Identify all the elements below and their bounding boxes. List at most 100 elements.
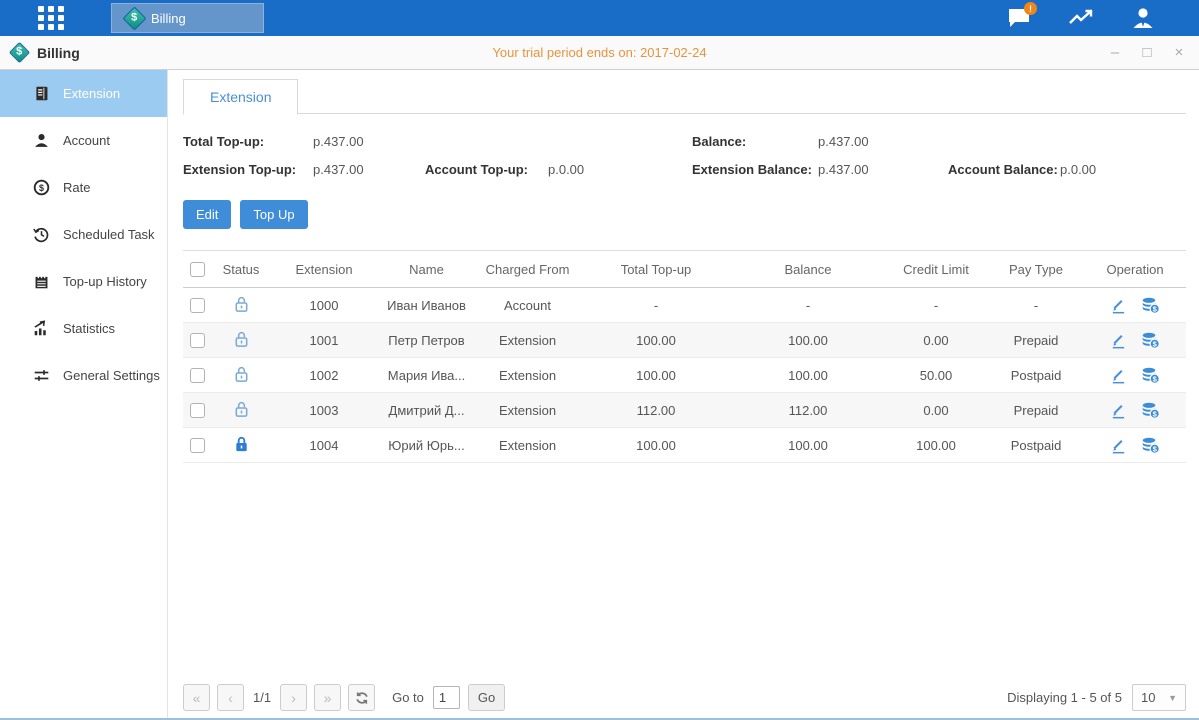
- messages-icon[interactable]: !: [1005, 6, 1033, 30]
- charged-from-cell: Account: [475, 288, 580, 323]
- balance-cell: -: [732, 288, 884, 323]
- topup-row-icon[interactable]: $: [1141, 366, 1160, 384]
- refresh-button[interactable]: [348, 684, 375, 711]
- sidebar-item-scheduled-task[interactable]: Scheduled Task: [0, 211, 167, 258]
- statistics-chart-icon[interactable]: [1067, 6, 1095, 30]
- maximize-icon[interactable]: □: [1139, 45, 1155, 60]
- total-topup-cell: 100.00: [580, 323, 732, 358]
- edit-row-icon[interactable]: [1110, 437, 1127, 454]
- balance-cell: 100.00: [732, 323, 884, 358]
- sidebar-item-extension[interactable]: Extension: [0, 70, 167, 117]
- column-extension: Extension: [270, 251, 378, 288]
- taskbar-item-billing[interactable]: $ Billing: [111, 3, 264, 33]
- app-launcher-grid-icon[interactable]: [35, 5, 69, 31]
- unlocked-icon[interactable]: [233, 295, 250, 313]
- extension-balance-label: Extension Balance:: [692, 162, 818, 177]
- account-balance-label: Account Balance:: [948, 162, 1060, 177]
- edit-row-icon[interactable]: [1110, 332, 1127, 349]
- name-cell: Мария Ива...: [378, 358, 475, 393]
- last-page-button[interactable]: »: [314, 684, 341, 711]
- topup-row-icon[interactable]: $: [1141, 436, 1160, 454]
- name-cell: Петр Петров: [378, 323, 475, 358]
- total-topup-cell: 112.00: [580, 393, 732, 428]
- scheduled-task-clock-icon: [33, 226, 50, 243]
- row-checkbox[interactable]: [190, 298, 205, 313]
- sidebar-item-general-settings[interactable]: General Settings: [0, 352, 167, 399]
- tab-strip: Extension: [183, 78, 1186, 114]
- go-button[interactable]: Go: [468, 684, 505, 711]
- topup-row-icon[interactable]: $: [1141, 401, 1160, 419]
- tab-extension[interactable]: Extension: [183, 79, 298, 115]
- pay-type-cell: Prepaid: [988, 323, 1084, 358]
- prev-page-button[interactable]: ‹: [217, 684, 244, 711]
- name-cell: Иван Иванов: [378, 288, 475, 323]
- edit-row-icon[interactable]: [1110, 297, 1127, 314]
- credit-limit-cell: -: [884, 288, 988, 323]
- credit-limit-cell: 0.00: [884, 393, 988, 428]
- taskbar-item-label: Billing: [151, 11, 186, 26]
- edit-row-icon[interactable]: [1110, 367, 1127, 384]
- topup-row-icon[interactable]: $: [1141, 331, 1160, 349]
- column-credit-limit: Credit Limit: [884, 251, 988, 288]
- total-topup-value: p.437.00: [313, 134, 425, 149]
- goto-page-input[interactable]: [433, 686, 460, 709]
- total-topup-cell: -: [580, 288, 732, 323]
- first-page-button[interactable]: «: [183, 684, 210, 711]
- table-row: 1003Дмитрий Д...Extension112.00112.000.0…: [183, 393, 1186, 428]
- total-topup-cell: 100.00: [580, 428, 732, 463]
- sidebar-item-topup-history[interactable]: Top-up History: [0, 258, 167, 305]
- page-size-select[interactable]: 10 ▼: [1132, 684, 1186, 711]
- name-cell: Дмитрий Д...: [378, 393, 475, 428]
- balance-summary: Total Top-up: p.437.00 Balance: p.437.00…: [183, 134, 1186, 177]
- billing-window-icon: $: [9, 42, 30, 63]
- extension-cell: 1001: [270, 323, 378, 358]
- credit-limit-cell: 50.00: [884, 358, 988, 393]
- row-checkbox[interactable]: [190, 333, 205, 348]
- billing-app-window: $ Billing ! $ Billing: [0, 0, 1199, 720]
- topbar-right-icons: !: [1005, 0, 1157, 36]
- desktop-topbar: $ Billing !: [0, 0, 1199, 36]
- refresh-icon: [355, 691, 369, 705]
- unlocked-icon[interactable]: [233, 365, 250, 383]
- general-settings-sliders-icon: [33, 367, 50, 384]
- select-all-checkbox[interactable]: [190, 262, 205, 277]
- extension-topup-label: Extension Top-up:: [183, 162, 313, 177]
- name-cell: Юрий Юрь...: [378, 428, 475, 463]
- extension-cell: 1004: [270, 428, 378, 463]
- row-checkbox[interactable]: [190, 438, 205, 453]
- balance-cell: 100.00: [732, 428, 884, 463]
- close-icon[interactable]: ×: [1171, 45, 1187, 60]
- next-page-button[interactable]: ›: [280, 684, 307, 711]
- credit-limit-cell: 100.00: [884, 428, 988, 463]
- column-status: Status: [212, 251, 270, 288]
- locked-icon[interactable]: [233, 435, 250, 453]
- total-topup-label: Total Top-up:: [183, 134, 313, 149]
- user-account-icon[interactable]: [1129, 6, 1157, 30]
- displaying-status: Displaying 1 - 5 of 5: [1007, 690, 1122, 705]
- sidebar-item-statistics[interactable]: Statistics: [0, 305, 167, 352]
- extension-cell: 1002: [270, 358, 378, 393]
- account-person-icon: [33, 132, 50, 149]
- unlocked-icon[interactable]: [233, 400, 250, 418]
- row-checkbox[interactable]: [190, 368, 205, 383]
- pagination-bar: « ‹ 1/1 › » Go to Go Displaying 1 - 5 of…: [183, 684, 1186, 711]
- extension-table: Status Extension Name Charged From Total…: [183, 250, 1186, 463]
- charged-from-cell: Extension: [475, 358, 580, 393]
- extension-cell: 1000: [270, 288, 378, 323]
- trial-notice: Your trial period ends on: 2017-02-24: [0, 45, 1199, 60]
- account-topup-value: p.0.00: [548, 162, 692, 177]
- topup-row-icon[interactable]: $: [1141, 296, 1160, 314]
- pay-type-cell: Prepaid: [988, 393, 1084, 428]
- sidebar-item-rate[interactable]: $ Rate: [0, 164, 167, 211]
- edit-button[interactable]: Edit: [183, 200, 231, 229]
- column-pay-type: Pay Type: [988, 251, 1084, 288]
- unlocked-icon[interactable]: [233, 330, 250, 348]
- minimize-icon[interactable]: –: [1107, 45, 1123, 60]
- pay-type-cell: Postpaid: [988, 358, 1084, 393]
- sidebar-item-account[interactable]: Account: [0, 117, 167, 164]
- row-checkbox[interactable]: [190, 403, 205, 418]
- charged-from-cell: Extension: [475, 393, 580, 428]
- top-up-button[interactable]: Top Up: [240, 200, 307, 229]
- chevron-down-icon: ▼: [1168, 693, 1177, 703]
- edit-row-icon[interactable]: [1110, 402, 1127, 419]
